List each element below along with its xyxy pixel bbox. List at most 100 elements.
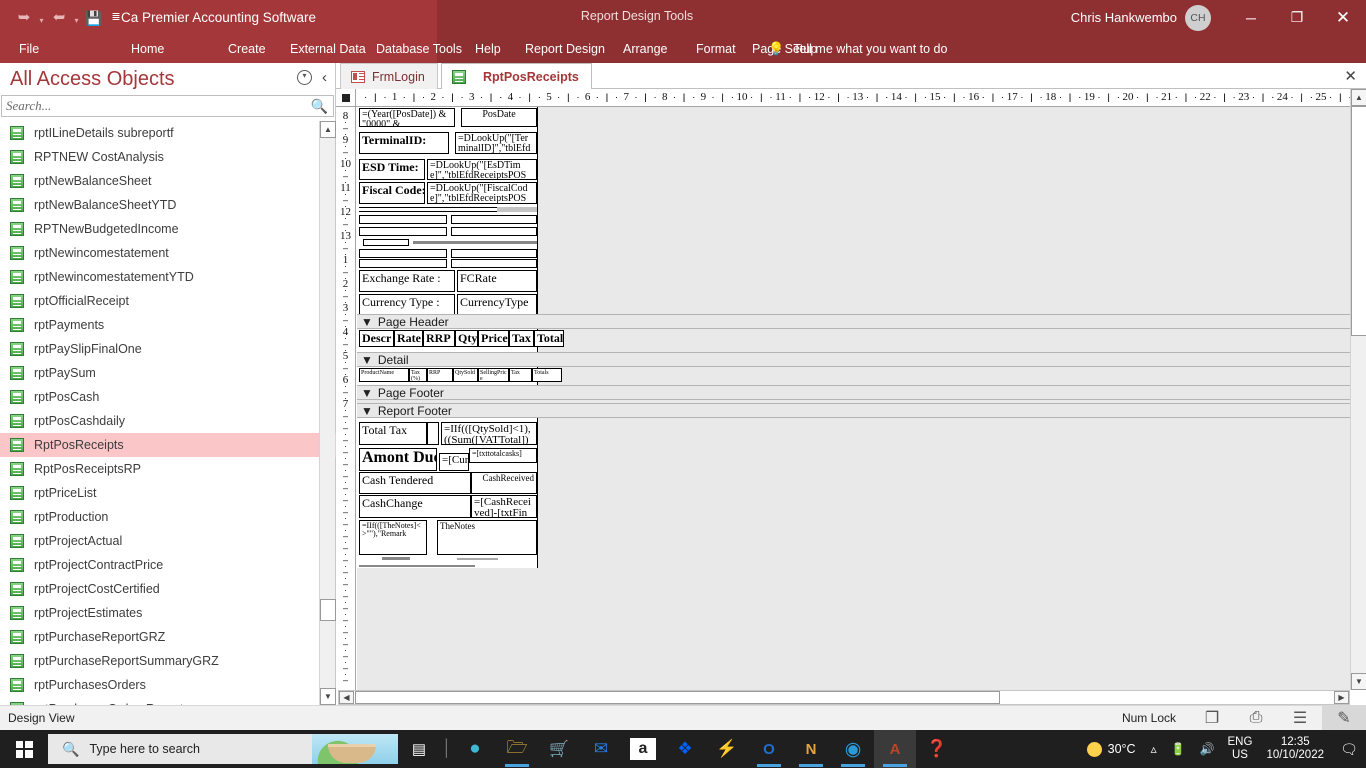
nav-item-rptprojectcontractprice[interactable]: rptProjectContractPrice: [0, 553, 336, 577]
nav-item-rptnewbalancesheet[interactable]: rptNewBalanceSheet: [0, 169, 336, 193]
layout-view-icon[interactable]: ☰: [1278, 706, 1322, 731]
nav-item-rptpayslipfinalone[interactable]: rptPaySlipFinalOne: [0, 337, 336, 361]
scrollbar-thumb[interactable]: [355, 691, 1000, 704]
exchange-rate-field[interactable]: FCRate: [457, 270, 537, 292]
undo-icon[interactable]: ➥: [49, 6, 69, 30]
terminal-id-label[interactable]: TerminalID:: [359, 132, 449, 154]
notification-icon[interactable]: 🗨: [1332, 730, 1366, 768]
nav-item-rptpayments[interactable]: rptPayments: [0, 313, 336, 337]
nav-item-rptpurchasereportgrz[interactable]: rptPurchaseReportGRZ: [0, 625, 336, 649]
tell-me-box[interactable]: 💡 Tell me what you want to do: [768, 35, 947, 63]
currency-type-field[interactable]: CurrencyType: [457, 294, 537, 316]
ribbon-tab-format[interactable]: Format: [696, 35, 736, 63]
show-hidden-icons[interactable]: ▵: [1144, 730, 1164, 768]
report-selector[interactable]: [336, 89, 356, 107]
nav-item-rptprojectactual[interactable]: rptProjectActual: [0, 529, 336, 553]
amount-due-label[interactable]: Amont Due: [359, 448, 437, 471]
nav-item-rptpurchasesordersreport[interactable]: rptPurchasesOrdersReport: [0, 697, 336, 705]
collapse-triangle-icon[interactable]: ▼: [361, 315, 373, 329]
redo-icon[interactable]: ➥: [14, 6, 34, 30]
col-rrp[interactable]: RRP: [423, 330, 455, 347]
nav-item-rptilinedetails-subreportf[interactable]: rptILineDetails subreportf: [0, 121, 336, 145]
canvas-horizontal-scrollbar[interactable]: ◀ ▶: [338, 690, 1350, 705]
fld-rrp[interactable]: RRP: [427, 368, 453, 382]
exchange-rate-label[interactable]: Exchange Rate :: [359, 270, 455, 292]
scrollbar-thumb[interactable]: [1351, 106, 1366, 336]
amount-due-cur[interactable]: =[Cur: [439, 453, 469, 471]
nav-item-rptnewbalancesheetytd[interactable]: rptNewBalanceSheetYTD: [0, 193, 336, 217]
taskbar-search-box[interactable]: 🔍 Type here to search: [48, 734, 398, 764]
scroll-up-button[interactable]: ▲: [1351, 89, 1366, 106]
task-view-icon[interactable]: ▤: [398, 730, 440, 768]
tab-frmlogin[interactable]: FrmLogin: [340, 63, 438, 89]
fld-productname[interactable]: ProductName: [359, 368, 409, 382]
scrollbar-thumb[interactable]: [320, 599, 336, 621]
terminal-id-expr[interactable]: =DLookUp("[TerminalID]","tblEfd: [455, 132, 537, 154]
fld-sellingprice[interactable]: SellingPrice: [478, 368, 509, 382]
nav-item-rptnew-costanalysis[interactable]: RPTNEW CostAnalysis: [0, 145, 336, 169]
col-descr[interactable]: Descr: [359, 330, 394, 347]
design-view-icon[interactable]: ✎: [1322, 705, 1366, 731]
search-input[interactable]: [2, 96, 292, 116]
nav-item-rptofficialreceipt[interactable]: rptOfficialReceipt: [0, 289, 336, 313]
close-document-icon[interactable]: ✕: [1344, 67, 1357, 85]
total-tax-label[interactable]: Total Tax: [359, 422, 427, 445]
ribbon-tab-report-design[interactable]: Report Design: [525, 35, 605, 63]
tab-rptposreceipts[interactable]: RptPosReceipts: [441, 63, 592, 89]
cash-change-lbl[interactable]: CashChange: [359, 495, 471, 518]
amazon-icon[interactable]: a: [630, 738, 656, 760]
save-icon[interactable]: 💾: [84, 6, 104, 30]
navigation-object-list[interactable]: rptILineDetails subreportf RPTNEW CostAna…: [0, 121, 336, 705]
nav-item-rptnewincomestatement[interactable]: rptNewincomestatement: [0, 241, 336, 265]
outlook-icon[interactable]: O: [748, 730, 790, 768]
battery-icon[interactable]: 🔋: [1164, 730, 1193, 768]
minimize-button[interactable]: ─: [1228, 0, 1274, 35]
ribbon-tab-database-tools[interactable]: Database Tools: [376, 35, 462, 63]
band-page-footer[interactable]: ▼ Page Footer: [357, 385, 1350, 400]
cash-tendered-lbl[interactable]: Cash Tendered: [359, 472, 471, 494]
chevron-left-icon[interactable]: ‹: [322, 69, 327, 86]
nav-item-rptposcash[interactable]: rptPosCash: [0, 385, 336, 409]
col-total[interactable]: Total: [534, 330, 564, 347]
nav-item-rptproduction[interactable]: rptProduction: [0, 505, 336, 529]
nav-item-rptpricelist[interactable]: rptPriceList: [0, 481, 336, 505]
band-report-footer[interactable]: ▼ Report Footer: [357, 403, 1350, 418]
clock[interactable]: 12:35 10/10/2022: [1258, 736, 1332, 762]
nav-item-rptposcashdaily[interactable]: rptPosCashdaily: [0, 409, 336, 433]
nav-item-rptprojectcostcertified[interactable]: rptProjectCostCertified: [0, 577, 336, 601]
nav-item-rptposreceiptsrp[interactable]: RptPosReceiptsRP: [0, 457, 336, 481]
band-detail[interactable]: ▼ Detail: [357, 352, 1350, 367]
fiscal-code-label[interactable]: Fiscal Code:: [359, 182, 425, 204]
close-button[interactable]: ✕: [1320, 0, 1366, 35]
esd-time-label[interactable]: ESD Time:: [359, 159, 425, 180]
mail-icon[interactable]: ✉: [580, 730, 622, 768]
fiscal-code-expr[interactable]: =DLookUp("[FiscalCode]","tblEfdReceiptsP…: [427, 182, 537, 204]
nav-item-rptnewincomestatementytd[interactable]: rptNewincomestatementYTD: [0, 265, 336, 289]
scroll-down-button[interactable]: ▼: [1351, 673, 1366, 690]
ribbon-tab-external-data[interactable]: External Data: [290, 35, 366, 63]
onenote-icon[interactable]: N: [790, 730, 832, 768]
redo-dropdown-icon[interactable]: ▾: [36, 6, 47, 30]
collapse-triangle-icon[interactable]: ▼: [361, 353, 373, 367]
language-indicator[interactable]: ENG US: [1222, 736, 1259, 761]
col-tax[interactable]: Tax: [509, 330, 534, 347]
nav-item-rptpaysum[interactable]: rptPaySum: [0, 361, 336, 385]
nav-item-rptposreceipts[interactable]: RptPosReceipts: [0, 433, 336, 457]
cash-change-expr[interactable]: =[CashReceived]-[txtFinMoneies]: [471, 495, 537, 518]
col-price[interactable]: Price: [478, 330, 509, 347]
user-account[interactable]: Chris Hankwembo CH: [1071, 0, 1211, 35]
scroll-down-button[interactable]: ▼: [320, 688, 336, 705]
restore-button[interactable]: ❐: [1274, 0, 1320, 35]
esd-time-expr[interactable]: =DLookUp("[EsDTime]","tblEfdReceiptsPOS: [427, 159, 537, 180]
navigation-scrollbar[interactable]: ▲ ▼: [319, 121, 336, 705]
windows-start-icon[interactable]: [0, 730, 48, 768]
weather-widget[interactable]: 30°C: [1079, 741, 1144, 757]
canvas-vertical-scrollbar[interactable]: ▲ ▼: [1350, 89, 1366, 690]
fld-tax[interactable]: Tax: [509, 368, 532, 382]
thenotes-field[interactable]: TheNotes: [437, 520, 537, 555]
report-design-canvas[interactable]: =(Year([PosDate]) & "0000" & PosDate Termi…: [357, 107, 1350, 690]
col-qty[interactable]: Qty: [455, 330, 478, 347]
currency-type-label[interactable]: Currency Type :: [359, 294, 455, 316]
edge-icon[interactable]: ◉: [832, 730, 874, 768]
volume-icon[interactable]: 🔊: [1193, 730, 1222, 768]
